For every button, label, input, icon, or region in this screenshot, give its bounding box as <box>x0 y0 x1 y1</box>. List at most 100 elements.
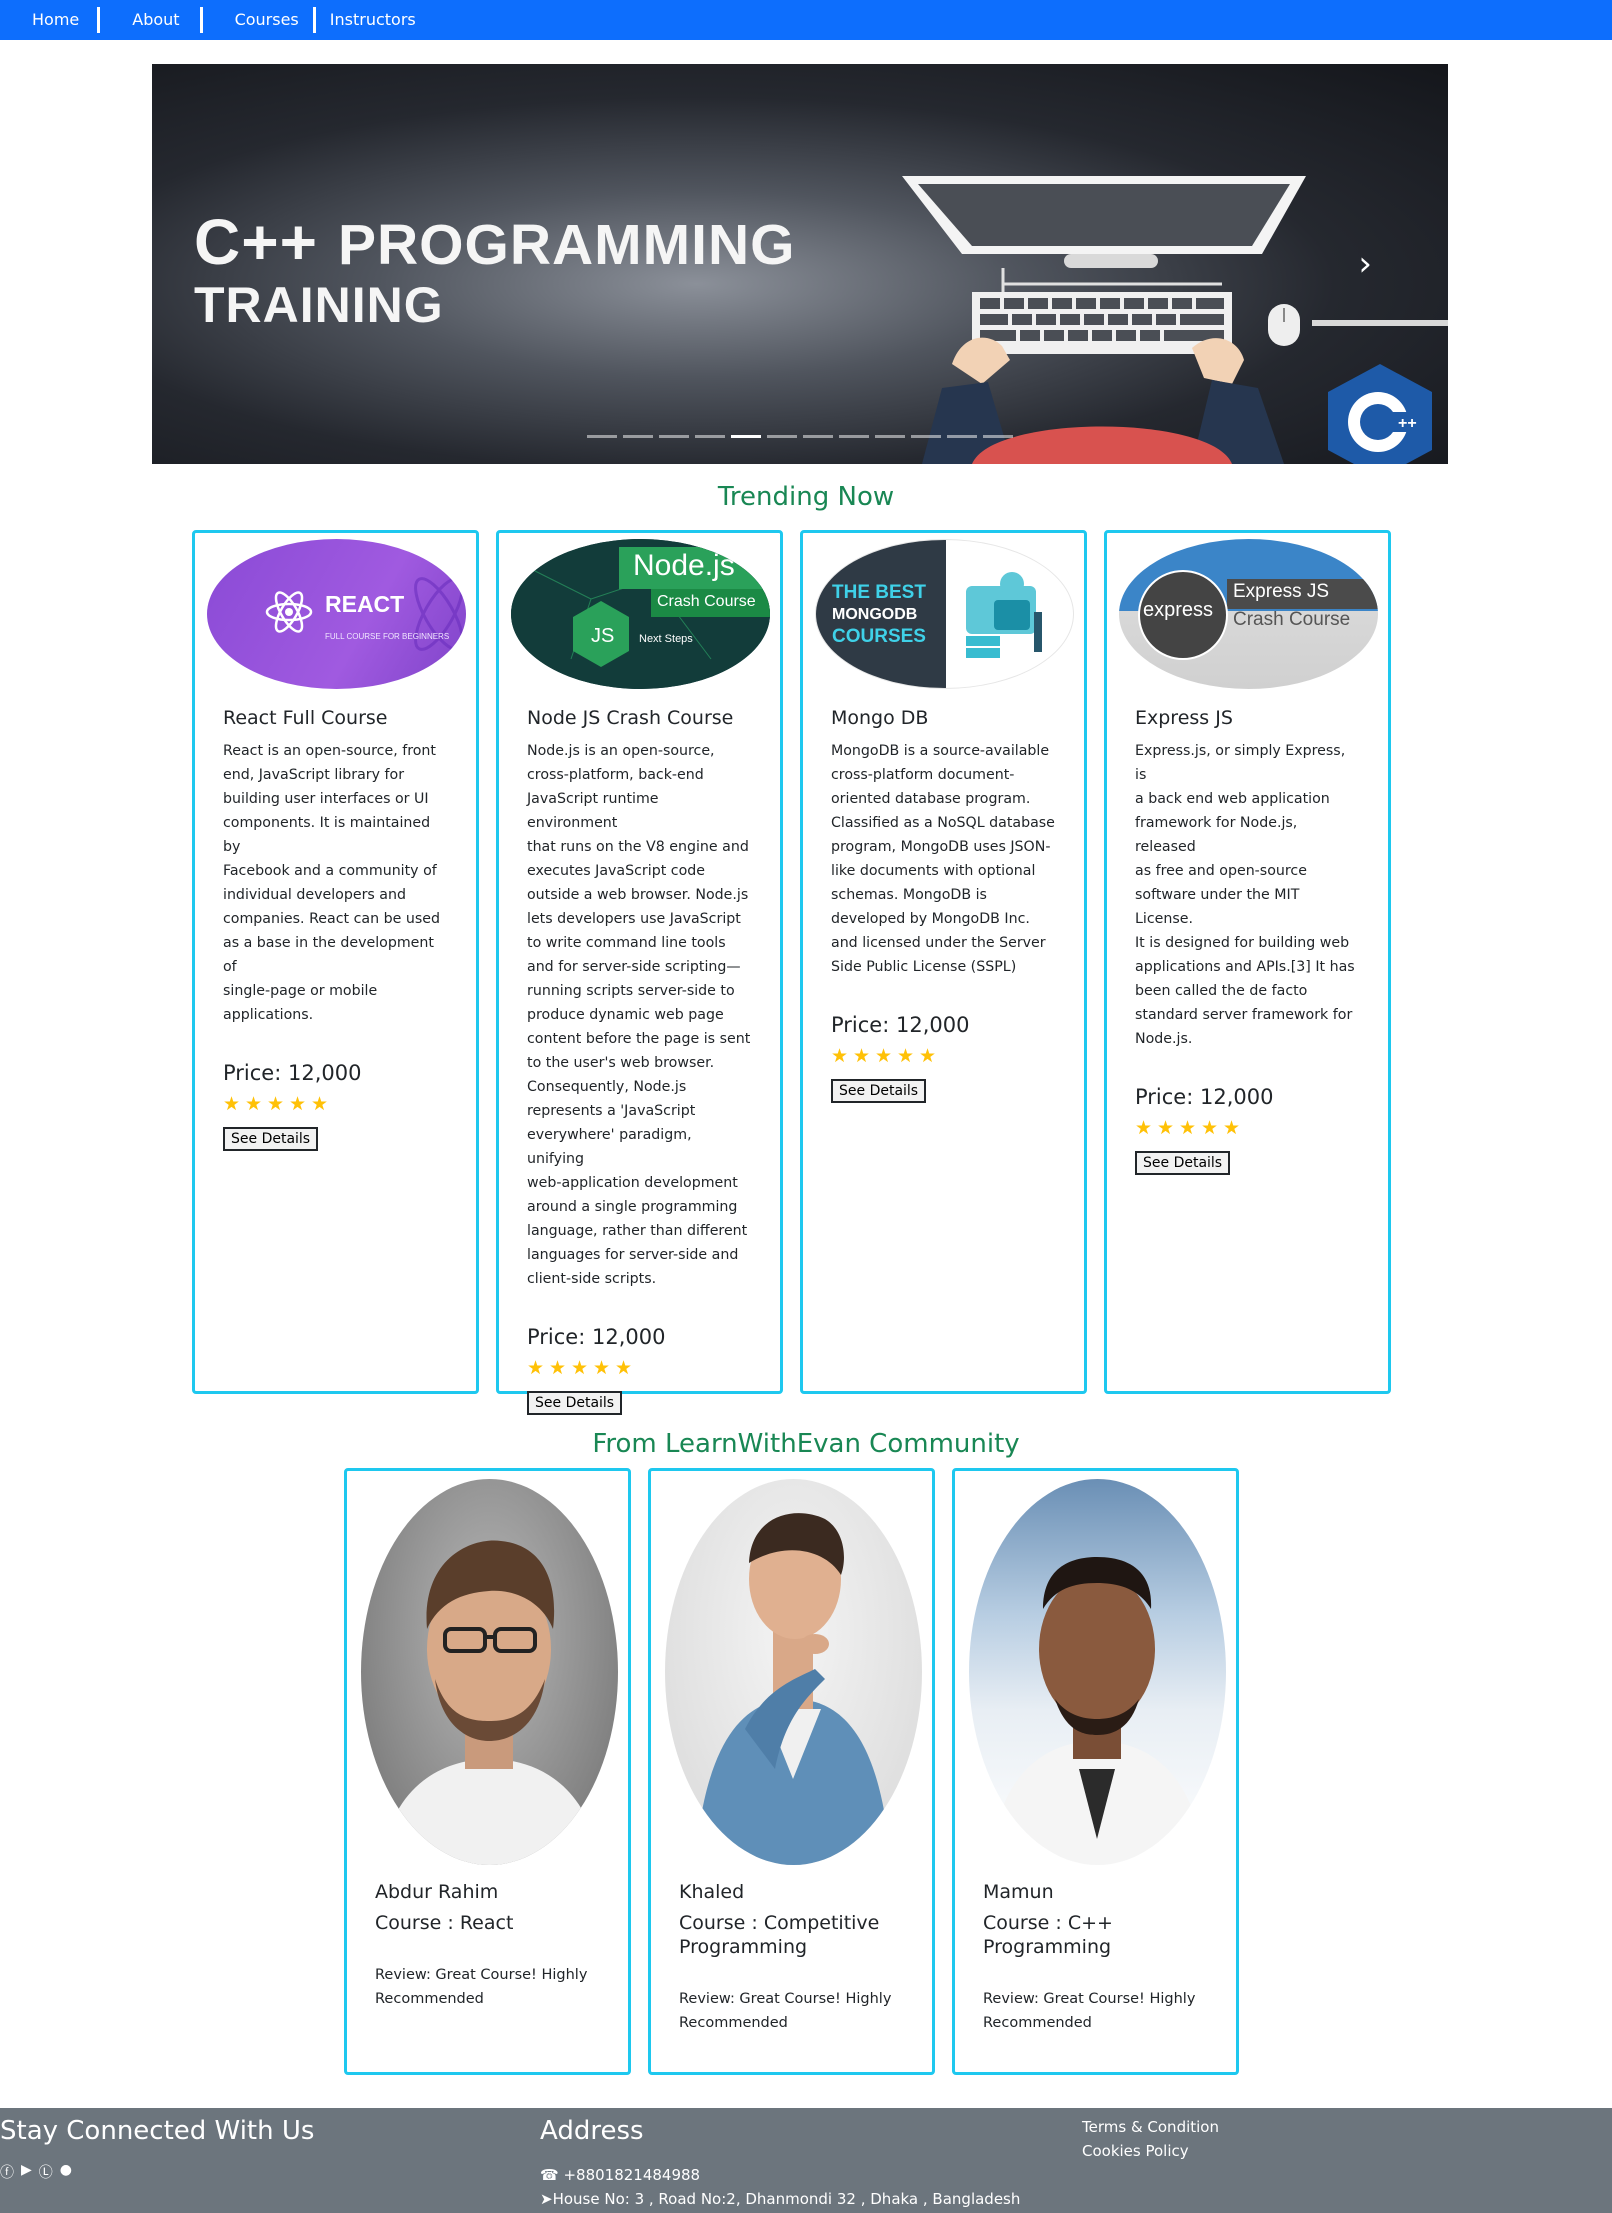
footer-address-text: House No: 3 , Road No:2, Dhanmondi 32 , … <box>552 2190 1021 2208</box>
carousel-indicator[interactable] <box>839 435 869 438</box>
text-line: Recommended <box>983 2015 1092 2031</box>
person-avatar-icon <box>381 1540 601 1865</box>
description-line: individual developers and <box>223 887 407 903</box>
star-icon: ★ <box>1223 1117 1241 1139</box>
nav-home-link[interactable]: Home <box>14 8 97 32</box>
rating-stars: ★ ★ ★ ★ ★ <box>831 1045 1056 1067</box>
cookies-policy-link[interactable]: Cookies Policy <box>1082 2142 1189 2160</box>
description-line: running scripts server-side to <box>527 983 735 999</box>
description-line: been called the de facto <box>1135 983 1308 999</box>
see-details-button[interactable]: See Details <box>831 1079 927 1103</box>
course-image-extra: COURSES <box>832 626 926 647</box>
footer-connect-title: Stay Connected With Us <box>0 2116 315 2146</box>
instructor-course: Course : React <box>375 1911 600 1935</box>
course-image-label: REACT <box>325 591 405 617</box>
description-line: client-side scripts. <box>527 1271 657 1287</box>
carousel-indicator[interactable] <box>587 435 617 438</box>
footer-phone-number: +8801821484988 <box>563 2166 701 2184</box>
navbar: Home About Courses Instructors <box>0 0 1612 40</box>
star-icon: ★ <box>223 1093 241 1115</box>
description-line: MongoDB is a source-available <box>831 743 1050 759</box>
carousel-indicator[interactable] <box>623 435 653 438</box>
facebook-icon[interactable]: ⓕ <box>0 2162 14 2182</box>
description-line: Classified as a NoSQL database <box>831 815 1055 831</box>
description-line: web-application development <box>527 1175 738 1191</box>
carousel-indicator[interactable] <box>695 435 725 438</box>
instructor-review: Review: Great Course! Highly Recommended <box>375 1963 600 2011</box>
instructor-card: Abdur Rahim Course : React Review: Great… <box>344 1468 631 2075</box>
instructor-photo <box>665 1479 922 1865</box>
description-line: that runs on the V8 engine and <box>527 839 749 855</box>
nav-courses-link[interactable]: Courses <box>203 8 313 32</box>
description-line: everywhere' paradigm, unifying <box>527 1127 692 1167</box>
course-name: Express JS <box>1135 707 1233 729</box>
text-line: Course : React <box>375 1912 514 1934</box>
course-description: React is an open-source, front end, JavaS… <box>223 739 448 1027</box>
description-line: framework for Node.js, released <box>1135 815 1298 855</box>
text-line: Review: Great Course! Highly <box>983 1991 1196 2007</box>
description-line: languages for server-side and <box>527 1247 739 1263</box>
description-line: single-page or mobile <box>223 983 378 999</box>
carousel-indicator[interactable] <box>947 435 977 438</box>
description-line: applications and APIs.[3] It has <box>1135 959 1355 975</box>
course-image-label: Express JS <box>1233 581 1330 602</box>
nav-instructors-link[interactable]: Instructors <box>316 8 430 32</box>
course-price: Price: 12,000 <box>223 1061 362 1085</box>
description-line: Facebook and a community of <box>223 863 437 879</box>
github-icon[interactable]: ● <box>60 2162 72 2182</box>
carousel-indicator[interactable] <box>983 435 1013 438</box>
nav-about-link[interactable]: About <box>100 8 199 32</box>
hero-title-line2: TRAINING <box>194 277 444 333</box>
course-description: MongoDB is a source-available cross-platf… <box>831 739 1056 979</box>
description-line: cross-platform, back-end <box>527 767 704 783</box>
see-details-button[interactable]: See Details <box>1135 1151 1231 1175</box>
star-icon: ★ <box>831 1045 849 1067</box>
carousel-indicator[interactable] <box>659 435 689 438</box>
rating-stars: ★ ★ ★ ★ ★ <box>223 1093 448 1115</box>
course-price: Price: 12,000 <box>527 1325 666 1349</box>
star-icon: ★ <box>267 1093 285 1115</box>
description-line: executes JavaScript code <box>527 863 705 879</box>
star-icon: ★ <box>289 1093 307 1115</box>
text-line: Programming <box>679 1936 808 1958</box>
linkedin-icon[interactable]: Ⓛ <box>39 2162 53 2182</box>
instructor-review: Review: Great Course! Highly Recommended <box>983 1987 1208 2035</box>
chevron-right-icon[interactable]: › <box>1358 244 1372 284</box>
see-details-button[interactable]: See Details <box>223 1127 319 1151</box>
description-line: standard server framework for <box>1135 1007 1353 1023</box>
text-line: Recommended <box>375 1991 484 2007</box>
carousel-indicator[interactable] <box>803 435 833 438</box>
course-image-express: express Express JS Crash Course <box>1119 539 1378 689</box>
rating-stars: ★ ★ ★ ★ ★ <box>527 1359 752 1378</box>
youtube-icon[interactable]: ▶ <box>21 2162 32 2182</box>
instructor-course: Course : Competitive Programming <box>679 1911 904 1959</box>
description-line: language, rather than different <box>527 1223 748 1239</box>
course-name: React Full Course <box>223 707 388 729</box>
terms-link[interactable]: Terms & Condition <box>1082 2118 1219 2136</box>
hero-carousel: C++ PROGRAMMING TRAINING ++ › <box>152 64 1448 464</box>
star-icon: ★ <box>1179 1117 1197 1139</box>
see-details-button[interactable]: See Details <box>527 1391 623 1415</box>
carousel-indicator[interactable] <box>731 435 761 438</box>
star-icon: ★ <box>245 1093 263 1115</box>
description-line: produce dynamic web page <box>527 1007 724 1023</box>
description-line: as a base in the development of <box>223 935 434 975</box>
description-line: React is an open-source, front <box>223 743 436 759</box>
description-line: and for server-side scripting— <box>527 959 741 975</box>
description-line: lets developers use JavaScript <box>527 911 741 927</box>
instructor-review: Review: Great Course! Highly Recommended <box>679 1987 904 2035</box>
instructor-card: Mamun Course : C++ Programming Review: Gr… <box>952 1468 1239 2075</box>
carousel-indicator[interactable] <box>911 435 941 438</box>
footer-phone: ☎ +8801821484988 <box>540 2166 700 2184</box>
hero-computer-illustration: ++ <box>902 176 1448 464</box>
carousel-indicator[interactable] <box>875 435 905 438</box>
course-image-sub: Crash Course <box>1233 609 1351 630</box>
description-line: like documents with optional <box>831 863 1036 879</box>
description-line: It is designed for building web <box>1135 935 1350 951</box>
footer-address: ➤House No: 3 , Road No:2, Dhanmondi 32 ,… <box>540 2190 1020 2208</box>
star-icon: ★ <box>1135 1117 1153 1139</box>
carousel-indicator[interactable] <box>767 435 797 438</box>
course-image-react: REACT FULL COURSE FOR BEGINNERS <box>207 539 466 689</box>
description-line: Express.js, or simply Express, is <box>1135 743 1346 783</box>
description-line: as free and open-source <box>1135 863 1307 879</box>
